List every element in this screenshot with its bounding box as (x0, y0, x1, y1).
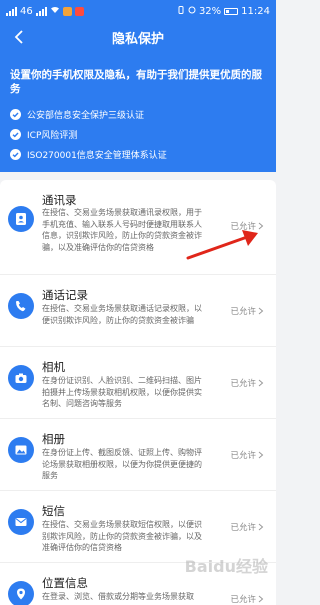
app-notification-icon-2 (74, 6, 84, 16)
permission-status[interactable]: 已允许 (230, 449, 264, 461)
status-label: 已允许 (230, 595, 256, 605)
chevron-right-icon (258, 222, 264, 230)
check-circle-icon (10, 108, 21, 120)
battery-icon (224, 7, 239, 15)
nav-bar: 隐私保护 (0, 22, 276, 52)
signal-icon-2 (35, 6, 47, 16)
phone-icon (8, 293, 34, 319)
permission-row-camera[interactable]: 相机 在身份证识别、人脸识别、二维码扫描、图片拍摄并上传场景获取相机权限，以便你… (0, 347, 276, 419)
permission-row-call-log[interactable]: 通话记录 在授信、交易业务场景获取通话记录权限，以便识别欺诈风险，防止你的贷款资… (0, 275, 276, 347)
signal-icon (6, 6, 17, 16)
permission-status[interactable]: 已允许 (230, 521, 264, 533)
chevron-left-icon (14, 30, 23, 44)
status-label: 已允许 (230, 222, 256, 232)
permission-desc: 在授信、交易业务场景获取通讯录权限，用于手机充值、输入联系人号码时便捷取用联系人… (42, 208, 202, 252)
status-label: 已允许 (230, 379, 256, 389)
check-circle-icon (10, 148, 21, 160)
permission-name: 通话记录 (42, 288, 88, 302)
sms-icon (8, 509, 34, 535)
alarm-icon (188, 6, 196, 17)
permission-status[interactable]: 已允许 (230, 593, 264, 605)
header-banner: 46 32% 11:24 隐私保护 设置你的手机权限及隐私，有助于我们提供更优质… (0, 0, 276, 172)
cert-label: ICP风险评测 (27, 130, 78, 141)
cert-list: 公安部信息安全保护三级认证 ICP风险评测 ISO270001信息安全管理体系认… (0, 96, 276, 164)
contacts-icon (8, 206, 34, 232)
permission-desc: 在身份证上传、截图反馈、证照上传、购物评论场景获取相册权限，以便为你提供更便捷的… (42, 448, 202, 480)
permission-row-album[interactable]: 相册 在身份证上传、截图反馈、证照上传、购物评论场景获取相册权限，以便为你提供更… (0, 419, 276, 491)
status-label: 已允许 (230, 523, 256, 533)
permission-name: 位置信息 (42, 576, 88, 590)
vibrate-icon (177, 5, 185, 17)
cert-item: 公安部信息安全保护三级认证 (10, 104, 276, 124)
chevron-right-icon (258, 523, 264, 531)
permission-status[interactable]: 已允许 (230, 220, 264, 232)
status-label: 已允许 (230, 451, 256, 461)
chevron-right-icon (258, 307, 264, 315)
permission-status[interactable]: 已允许 (230, 305, 264, 317)
app-notification-icon (62, 6, 72, 16)
battery-percent: 32% (198, 5, 222, 17)
wifi-icon (50, 6, 60, 17)
status-label: 已允许 (230, 307, 256, 317)
permission-row-location[interactable]: 位置信息 在登录、浏览、借款或分期等业务场景获取 已允许 (0, 563, 276, 605)
permission-desc: 在授信、交易业务场景获取短信权限，以便识别欺诈风险，防止你的贷款资金被诈骗，以及… (42, 520, 202, 552)
cert-label: ISO270001信息安全管理体系认证 (27, 150, 167, 161)
chevron-right-icon (258, 451, 264, 459)
permission-desc: 在授信、交易业务场景获取通话记录权限，以便识别欺诈风险，防止你的贷款资金被诈骗 (42, 304, 202, 325)
photo-icon (8, 437, 34, 463)
permission-name: 通讯录 (42, 193, 77, 207)
chevron-right-icon (258, 379, 264, 387)
network-type: 46 (20, 5, 33, 17)
permission-desc: 在登录、浏览、借款或分期等业务场景获取 (42, 592, 194, 601)
permission-list: 通讯录 在授信、交易业务场景获取通讯录权限，用于手机充值、输入联系人号码时便捷取… (0, 180, 276, 605)
permission-status[interactable]: 已允许 (230, 377, 264, 389)
back-button[interactable] (8, 26, 30, 48)
cert-label: 公安部信息安全保护三级认证 (27, 110, 145, 121)
permission-name: 相机 (42, 360, 65, 374)
chevron-right-icon (258, 595, 264, 603)
permission-name: 短信 (42, 504, 65, 518)
permission-row-sms[interactable]: 短信 在授信、交易业务场景获取短信权限，以便识别欺诈风险，防止你的贷款资金被诈骗… (0, 491, 276, 563)
cert-item: ICP风险评测 (10, 124, 276, 144)
page-title: 隐私保护 (111, 31, 164, 47)
permission-row-contacts[interactable]: 通讯录 在授信、交易业务场景获取通讯录权限，用于手机充值、输入联系人号码时便捷取… (0, 180, 276, 275)
status-bar: 46 32% 11:24 (0, 0, 276, 22)
cert-item: ISO270001信息安全管理体系认证 (10, 144, 276, 164)
clock: 11:24 (241, 5, 270, 17)
permission-desc: 在身份证识别、人脸识别、二维码扫描、图片拍摄并上传场景获取相机权限，以便你提供实… (42, 376, 202, 408)
permission-name: 相册 (42, 432, 65, 446)
check-circle-icon (10, 128, 21, 140)
location-icon (8, 581, 34, 605)
headline: 设置你的手机权限及隐私，有助于我们提供更优质的服务 (10, 69, 262, 95)
camera-icon (8, 365, 34, 391)
